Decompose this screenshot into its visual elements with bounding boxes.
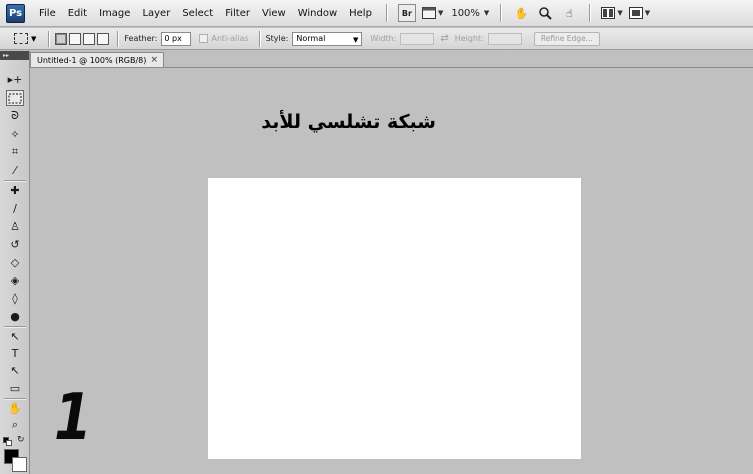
direct-selection-tool-icon[interactable]: ↖ [6, 362, 24, 378]
style-select[interactable]: Normal ▼ [292, 31, 363, 46]
width-field[interactable] [400, 32, 435, 45]
options-divider [48, 30, 50, 47]
subtract-from-selection-button[interactable] [83, 32, 96, 45]
path-selection-tool-icon[interactable]: ↖ [6, 328, 24, 344]
menubar-divider [500, 4, 502, 22]
menu-window[interactable]: Window [292, 8, 343, 19]
healing-brush-tool-icon[interactable]: ✚ [6, 182, 24, 198]
feather-field[interactable]: 0 px [161, 31, 192, 46]
type-tool-icon[interactable]: T [6, 345, 24, 361]
tool-preset-picker-icon[interactable] [14, 33, 28, 44]
zoom-tool-icon[interactable]: ⌕ [6, 417, 24, 433]
document-tab-title: Untitled-1 @ 100% (RGB/8) [37, 55, 147, 65]
zoom-level-dropdown[interactable]: 100% ▼ [449, 4, 489, 22]
default-colors-icon[interactable] [3, 437, 12, 446]
menu-view[interactable]: View [256, 8, 292, 19]
width-label: Width: [370, 34, 397, 43]
chevron-down-icon[interactable]: ▼ [31, 35, 36, 43]
menubar-divider [589, 4, 591, 22]
style-label: Style: [265, 34, 289, 43]
close-icon[interactable]: × [150, 55, 158, 65]
chevron-down-icon: ▼ [483, 9, 490, 17]
antialias-checkbox[interactable] [199, 34, 209, 43]
style-select-value: Normal [296, 33, 326, 43]
rotate-view-icon[interactable]: ☝ [560, 4, 578, 22]
toolbox-divider [4, 326, 26, 327]
dodge-tool-icon[interactable]: ● [6, 308, 24, 324]
marquee-tool-icon[interactable] [6, 90, 24, 106]
menu-layer[interactable]: Layer [136, 8, 176, 19]
menu-help[interactable]: Help [343, 8, 378, 19]
bridge-icon[interactable]: Br [397, 4, 416, 22]
menu-file[interactable]: File [33, 8, 62, 19]
clone-stamp-tool-icon[interactable]: ♙ [6, 218, 24, 234]
hand-tool-icon[interactable]: ✋ [512, 4, 530, 22]
intersect-selection-button[interactable] [97, 32, 110, 45]
menu-filter[interactable]: Filter [219, 8, 256, 19]
refine-edge-button[interactable]: Refine Edge... [533, 31, 600, 46]
menu-select[interactable]: Select [176, 8, 219, 19]
toolbox-divider [4, 398, 26, 399]
options-bar: ▼ Feather: 0 px Anti-alias Style: Normal… [0, 28, 753, 50]
photoshop-logo: Ps [6, 3, 25, 23]
lasso-tool-icon[interactable]: ᘐ [6, 108, 24, 124]
options-divider [258, 30, 260, 47]
new-selection-button[interactable] [55, 32, 68, 45]
feather-label: Feather: [124, 34, 158, 43]
menu-image[interactable]: Image [93, 8, 136, 19]
toolbox-collapse-button[interactable]: ▸▸ [0, 51, 29, 60]
document-tab[interactable]: Untitled-1 @ 100% (RGB/8) × [30, 52, 164, 67]
menu-edit[interactable]: Edit [62, 8, 93, 19]
tab-bar-rule [30, 67, 753, 68]
swap-dimensions-icon[interactable]: ⇄ [440, 33, 448, 44]
crop-tool-icon[interactable]: ⌗ [6, 144, 24, 160]
antialias-label: Anti-alias [211, 34, 249, 43]
add-to-selection-button[interactable] [69, 32, 82, 45]
paint-bucket-tool-icon[interactable]: ◈ [6, 272, 24, 288]
swap-colors-icon[interactable]: ↻ [17, 435, 25, 445]
move-tool-icon[interactable]: ▸+ [6, 71, 24, 87]
options-divider [117, 30, 119, 47]
history-brush-tool-icon[interactable]: ↺ [6, 236, 24, 252]
eraser-tool-icon[interactable]: ◇ [6, 254, 24, 270]
chevron-down-icon: ▼ [352, 35, 359, 44]
overlay-title: شبكة تشلسي للأبد [261, 111, 436, 133]
hand-tool-icon[interactable]: ✋ [6, 400, 24, 416]
toolbox-divider [4, 180, 26, 181]
arrange-documents-icon[interactable]: ▼ [601, 4, 623, 22]
height-label: Height: [454, 34, 484, 43]
view-extras-icon[interactable]: ▼ [421, 4, 443, 22]
background-color-swatch[interactable] [12, 457, 27, 472]
height-field[interactable] [487, 32, 522, 45]
screen-mode-icon[interactable]: ▼ [628, 4, 650, 22]
zoom-level-value: 100% [451, 7, 480, 19]
quick-selection-tool-icon[interactable]: ✧ [6, 126, 24, 142]
brush-tool-icon[interactable]: ∕ [6, 200, 24, 216]
menu-bar: Ps File Edit Image Layer Select Filter V… [0, 0, 753, 27]
blur-tool-icon[interactable]: ◊ [6, 290, 24, 306]
document-canvas[interactable] [208, 178, 581, 459]
shape-tool-icon[interactable]: ▭ [6, 380, 24, 396]
step-number: 1 [54, 381, 92, 455]
menubar-divider [385, 4, 387, 22]
eyedropper-tool-icon[interactable]: ⁄ [6, 162, 24, 178]
zoom-tool-icon[interactable] [536, 4, 554, 22]
